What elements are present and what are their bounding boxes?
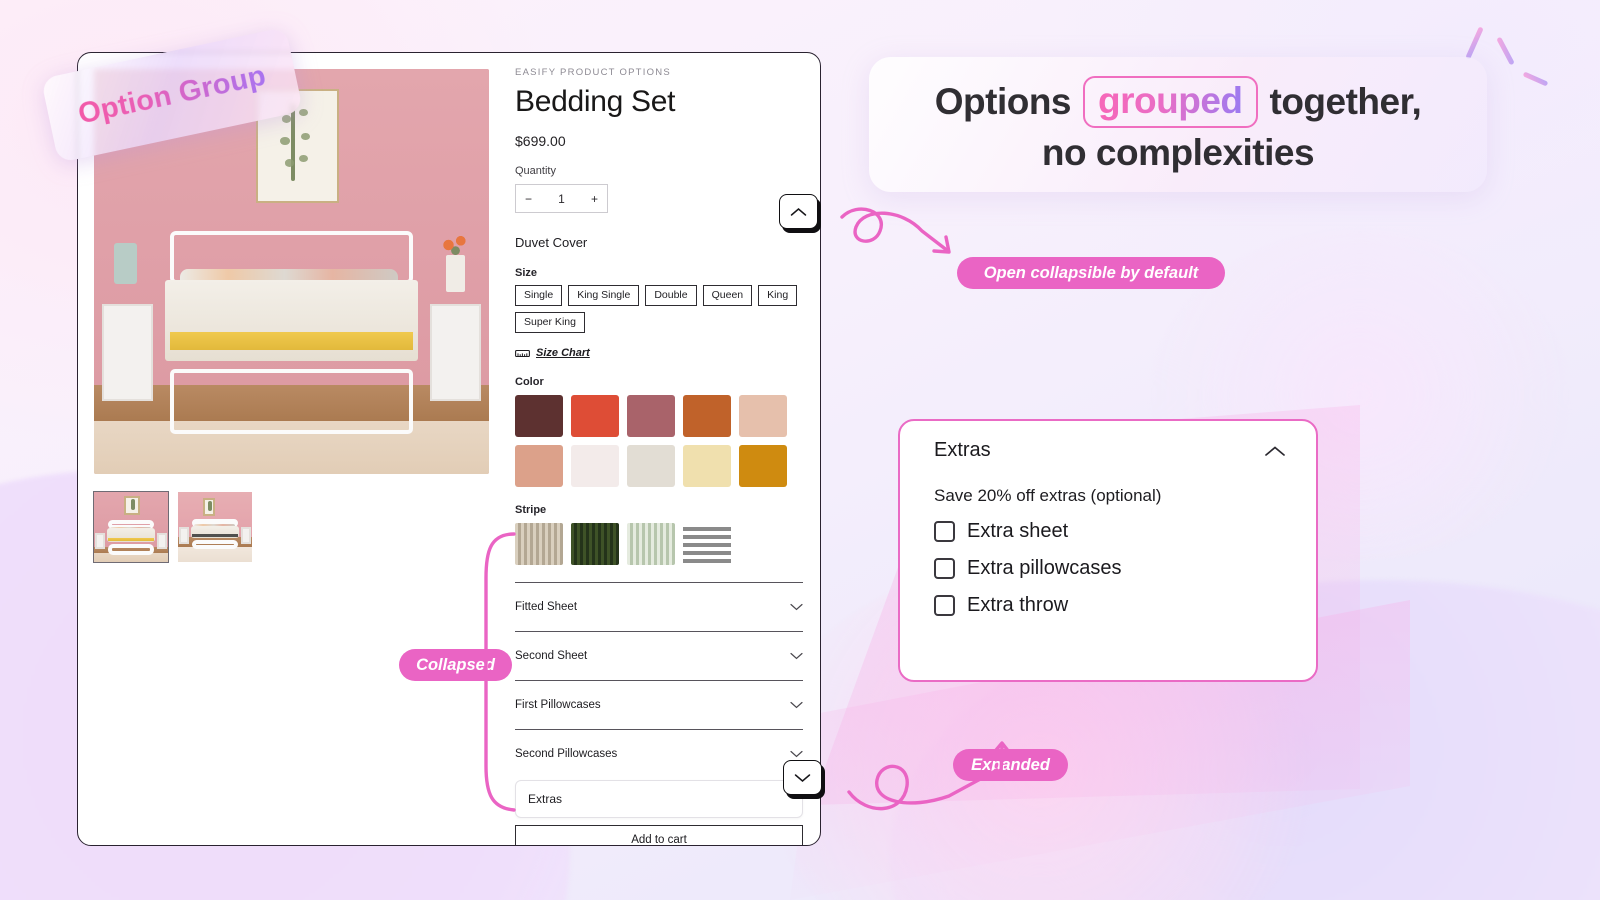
checkbox-extra-sheet[interactable] (934, 521, 955, 542)
color-swatch-salmon[interactable] (515, 445, 563, 488)
stripe-swatch-forest-vertical-stripe[interactable] (571, 523, 619, 566)
collapsible-row-label: First Pillowcases (515, 699, 601, 712)
extras-card-note: Save 20% off extras (optional) (934, 486, 1162, 505)
quantity-label: Quantity (515, 165, 556, 177)
extras-card-title: Extras (934, 439, 991, 461)
size-option-single[interactable]: Single (515, 285, 563, 307)
stripe-label: Stripe (515, 504, 547, 517)
size-option-queen[interactable]: Queen (702, 285, 753, 307)
collapsible-row-second-sheet[interactable]: Second Sheet (515, 631, 803, 680)
checkbox-extra-pillowcases[interactable] (934, 558, 955, 579)
collapsible-row-label: Second Pillowcases (515, 748, 618, 761)
collapsible-row-label: Fitted Sheet (515, 601, 578, 614)
stripe-swatch-sage-vertical-stripe[interactable] (627, 523, 675, 566)
quantity-stepper[interactable]: − 1 + (515, 184, 608, 213)
color-swatch-dusty-rose[interactable] (627, 395, 675, 438)
ruler-icon (515, 349, 530, 357)
stripe-swatch-list (515, 523, 803, 566)
page-title: Bedding Set (515, 85, 676, 118)
collapsible-expand-toggle-button[interactable] (779, 194, 818, 229)
extras-expanded-card: Extras Save 20% off extras (optional) Ex… (898, 419, 1318, 682)
collapsible-collapse-toggle-button[interactable] (783, 760, 822, 795)
chevron-down-icon[interactable] (790, 652, 803, 660)
color-swatch-butter[interactable] (683, 445, 731, 488)
product-preview-card: EASIFY PRODUCT OPTIONS Bedding Set $699.… (77, 52, 821, 846)
chevron-up-icon (790, 207, 807, 216)
bedroom-wide-scene-thumbnail (178, 492, 252, 562)
size-chart-link[interactable]: Size Chart (515, 347, 803, 359)
product-price: $699.00 (515, 133, 566, 149)
headline-highlight-pill: grouped (1083, 75, 1258, 128)
stripe-swatch-taupe-vertical-stripe[interactable] (515, 523, 563, 566)
annotation-open-collapsible: Open collapsible by default (957, 257, 1225, 289)
color-swatch-dark-plum[interactable] (515, 395, 563, 438)
chevron-down-icon[interactable] (790, 750, 803, 758)
annotation-collapsed: Collapsed (399, 649, 512, 681)
headline-text-before: Options (934, 80, 1072, 122)
option-group-title: Duvet Cover (515, 235, 588, 250)
headline-line-2: no complexities (1041, 131, 1315, 173)
headline-line-1: Options grouped together, (934, 75, 1422, 128)
size-option-super-king[interactable]: Super King (515, 312, 585, 334)
annotation-expanded: Expanded (953, 749, 1068, 781)
size-option-double[interactable]: Double (645, 285, 697, 307)
option-group-badge-label: Option Group (75, 59, 269, 131)
extras-item-row[interactable]: Extra pillowcases (934, 557, 1286, 580)
size-option-king-single[interactable]: King Single (568, 285, 640, 307)
size-label: Size (515, 267, 538, 279)
extras-item-row[interactable]: Extra sheet (934, 520, 1286, 543)
size-chart-label: Size Chart (536, 347, 590, 360)
color-swatch-off-white[interactable] (571, 445, 619, 488)
product-thumbnail-1[interactable] (93, 491, 169, 563)
color-swatch-light-grey[interactable] (627, 445, 675, 488)
extras-item-label: Extra pillowcases (967, 557, 1122, 579)
color-swatch-blush-beige[interactable] (739, 395, 787, 438)
headline-text-after: together, (1269, 80, 1422, 122)
extras-item-label: Extra sheet (967, 520, 1069, 542)
size-option-list: Single King Single Double Queen King Super Ki… (515, 285, 803, 334)
add-to-cart-button[interactable]: Add to cart (515, 825, 803, 845)
product-gallery (78, 53, 503, 845)
color-swatch-tomato-red[interactable] (571, 395, 619, 438)
extras-row-label: Extras (528, 792, 563, 807)
chevron-up-icon[interactable] (1264, 445, 1286, 457)
collapsible-row-first-pillowcases[interactable]: First Pillowcases (515, 680, 803, 729)
color-swatch-mustard[interactable] (739, 445, 787, 488)
product-details: EASIFY PRODUCT OPTIONS Bedding Set $699.… (503, 53, 820, 845)
color-label: Color (515, 376, 544, 389)
chevron-down-icon[interactable] (790, 701, 803, 709)
checkbox-extra-throw[interactable] (934, 595, 955, 616)
bedroom-scene-thumbnail (94, 492, 168, 562)
extras-collapsible-row[interactable]: Extras (515, 780, 803, 819)
stripe-swatch-grey-horizontal-stripe[interactable] (683, 523, 731, 566)
chevron-down-icon (794, 773, 811, 782)
collapsible-row-second-pillowcases[interactable]: Second Pillowcases (515, 729, 803, 778)
quantity-decrease-button[interactable]: − (525, 192, 532, 206)
color-swatch-burnt-orange[interactable] (683, 395, 731, 438)
headline-banner: Options grouped together, no complexitie… (869, 57, 1487, 192)
color-swatch-list (515, 395, 803, 488)
quantity-value[interactable]: 1 (558, 192, 565, 206)
collapsible-row-label: Second Sheet (515, 650, 588, 663)
quantity-increase-button[interactable]: + (591, 192, 598, 206)
extras-item-label: Extra throw (967, 594, 1069, 616)
product-thumbnail-2[interactable] (178, 492, 252, 562)
app-eyebrow-label: EASIFY PRODUCT OPTIONS (515, 67, 671, 78)
headline-highlight-text: grouped (1098, 79, 1243, 121)
collapsible-row-fitted-sheet[interactable]: Fitted Sheet (515, 582, 803, 631)
size-option-king[interactable]: King (758, 285, 798, 307)
extras-item-row[interactable]: Extra throw (934, 594, 1286, 617)
product-thumbnail-list (93, 491, 489, 563)
chevron-down-icon[interactable] (790, 603, 803, 611)
extras-card-header[interactable]: Extras (934, 439, 1286, 462)
collapsible-option-list: Fitted Sheet Second Sheet First Pillowcase… (515, 582, 803, 845)
